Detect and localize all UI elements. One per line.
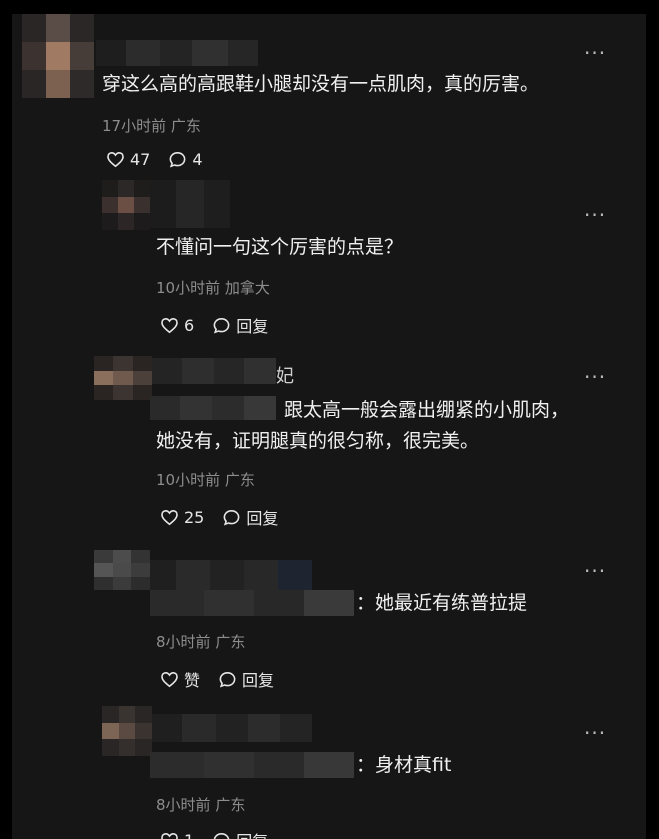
comment-bubble-icon [213,317,230,334]
reply-label: 回复 [246,509,279,528]
comment-time: 17小时前 [102,117,167,135]
quoted-username-blurred [150,752,354,778]
comment-meta: 10小时前 加拿大 [156,277,270,298]
username-blurred[interactable] [150,560,312,590]
quoted-username-blurred [150,396,276,420]
comment-meta: 10小时前 广东 [156,469,255,490]
comment-bubble-icon [169,151,186,168]
avatar[interactable] [102,180,150,230]
heart-icon [161,671,178,687]
comments-panel: ··· 穿这么高的高跟鞋小腿却没有一点肌肉，真的厉害。 17小时前 广东 47 … [12,14,646,839]
comment-location: 广东 [224,471,255,489]
reply-label: 回复 [242,671,275,690]
like-button[interactable]: 1 [160,831,194,839]
comment-text-line: 她没有，证明腿真的很匀称，很完美。 [156,430,480,452]
more-options-icon[interactable]: ··· [584,43,606,63]
comment-bubble-icon [213,832,230,839]
heart-icon [161,509,178,525]
comment-actions: 赞 回复 [160,667,274,691]
comment-text-line: 跟太高一般会露出绷紧的小肌肉， [284,399,570,421]
reply-button[interactable]: 回复 [212,828,268,839]
reply-count: 4 [192,150,203,169]
reply-button[interactable]: 回复 [222,505,278,529]
username-blurred[interactable] [96,40,258,66]
heart-icon [161,832,178,839]
comment-time: 10小时前 [156,279,221,297]
like-button[interactable]: 赞 [160,667,200,691]
heart-icon [161,317,178,333]
username-blurred[interactable] [152,358,276,384]
comment-meta: 8小时前 广东 [156,631,245,652]
username-visible-part: 妃 [276,366,294,387]
like-count: 1 [184,831,194,839]
more-options-icon[interactable]: ··· [584,205,606,225]
reply-button[interactable]: 回复 [218,667,274,691]
reply-button[interactable]: 回复 [212,313,268,337]
comment-text: 穿这么高的高跟鞋小腿却没有一点肌肉，真的厉害。 [102,73,540,95]
username-blurred[interactable] [152,714,312,742]
reply-label: 回复 [236,828,268,839]
more-options-icon[interactable]: ··· [584,723,606,743]
comment-actions: 47 4 [106,150,203,169]
reply-label: 回复 [236,317,269,336]
like-label: 赞 [184,671,201,690]
comment-location: 加拿大 [224,279,270,297]
avatar[interactable] [94,356,152,400]
comment-text: 不懂问一句这个厉害的点是？ [156,236,404,258]
comment-time: 8小时前 [156,796,211,814]
like-button[interactable]: 47 [106,150,150,169]
comment-bubble-icon [223,509,240,526]
avatar[interactable] [94,550,150,590]
comment-bubble-icon [219,671,236,688]
comment-actions: 6 回复 [160,313,268,337]
comment-time: 8小时前 [156,633,211,651]
like-button[interactable]: 25 [160,508,204,527]
comment-location: 广东 [170,117,201,135]
reply-count-button[interactable]: 4 [168,150,203,169]
comment-location: 广东 [215,796,246,814]
comment-actions: 25 回复 [160,505,278,529]
comment-location: 广东 [215,633,246,651]
quoted-username-blurred [150,590,354,616]
comment-text: ：她最近有练普拉提 [356,592,528,614]
like-count: 6 [184,315,195,335]
username-blurred[interactable] [150,180,230,228]
heart-icon [107,151,124,168]
comment-text: ：身材真fit [356,754,452,776]
comment-meta: 8小时前 广东 [156,794,245,815]
avatar[interactable] [102,706,152,756]
comment-actions: 1 回复 [160,828,268,839]
like-button[interactable]: 6 [160,316,194,335]
comment-time: 10小时前 [156,471,221,489]
like-count: 47 [130,150,151,169]
more-options-icon[interactable]: ··· [584,367,606,387]
comment-meta: 17小时前 广东 [102,115,201,136]
like-count: 25 [184,507,205,527]
more-options-icon[interactable]: ··· [584,561,606,581]
avatar[interactable] [22,14,94,98]
